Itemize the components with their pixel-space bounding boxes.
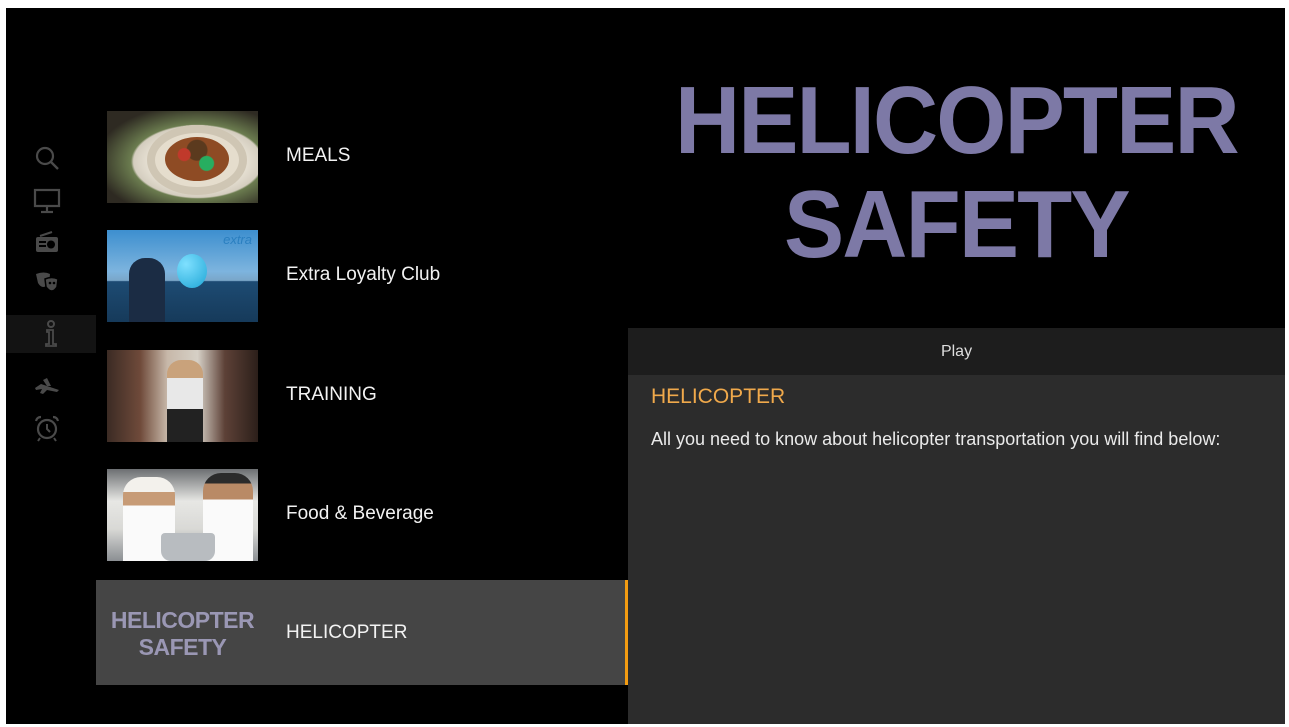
thumbnail-loyalty: extra [107,230,258,322]
theater-masks-icon [34,271,60,295]
list-item-label: Extra Loyalty Club [286,263,441,285]
extra-logo: extra [223,232,252,247]
cyclist-graphic [167,360,203,442]
sidebar-item-tv[interactable] [22,182,72,220]
sidebar-item-info[interactable] [6,315,96,353]
airplane-icon [33,374,61,398]
sidebar-item-radio[interactable] [22,223,72,261]
hero-image: HELICOPTER SAFETY [628,8,1285,328]
thumbnail-meals [107,111,258,203]
list-item-helicopter[interactable]: HELICOPTER SAFETY HELICOPTER [96,580,628,685]
play-button[interactable]: Play [628,328,1285,375]
search-icon [33,144,61,172]
list-item-food-beverage[interactable]: Food & Beverage [96,461,628,566]
list-item-extra-loyalty-club[interactable]: extra Extra Loyalty Club [96,222,628,327]
list-item-training[interactable]: TRAINING [96,342,628,447]
sidebar-item-flights[interactable] [22,367,72,405]
sidebar-item-alarm[interactable] [22,409,72,447]
balloon-graphic [177,254,207,288]
thumbnail-title-line1: HELICOPTER [110,607,255,633]
screen-frame: MEALS extra Extra Loyalty Club TRAINING … [0,0,1289,727]
list-item-label: Food & Beverage [286,502,434,524]
alarm-clock-icon [33,414,61,442]
info-icon [41,320,61,348]
hero-title: HELICOPTER SAFETY [675,59,1240,278]
tv-icon [33,188,61,214]
sidebar-item-entertainment[interactable] [22,264,72,302]
pot-graphic [161,533,215,561]
list-item-label: TRAINING [286,383,377,405]
detail-title: HELICOPTER [651,385,786,408]
detail-description: All you need to know about helicopter tr… [651,429,1221,449]
list-item-meals[interactable]: MEALS [96,103,628,208]
radio-icon [34,230,60,254]
list-item-label: MEALS [286,144,351,166]
thumbnail-helicopter: HELICOPTER SAFETY [107,588,258,680]
list-item-label: HELICOPTER [286,621,408,643]
hero-title-line2: SAFETY [784,171,1131,278]
info-panel: HELICOPTER All you need to know about he… [628,375,1285,724]
detail-panel: HELICOPTER SAFETY Play HELICOPTER All yo… [628,8,1285,724]
sidebar-item-search[interactable] [22,139,72,177]
person-graphic [129,258,165,322]
food-graphic [165,137,229,181]
tv-screen: MEALS extra Extra Loyalty Club TRAINING … [6,8,1285,724]
hero-title-line1: HELICOPTER [675,67,1240,174]
thumbnail-food-beverage [107,469,258,561]
thumbnail-training [107,350,258,442]
thumbnail-title-line2: SAFETY [138,634,227,660]
